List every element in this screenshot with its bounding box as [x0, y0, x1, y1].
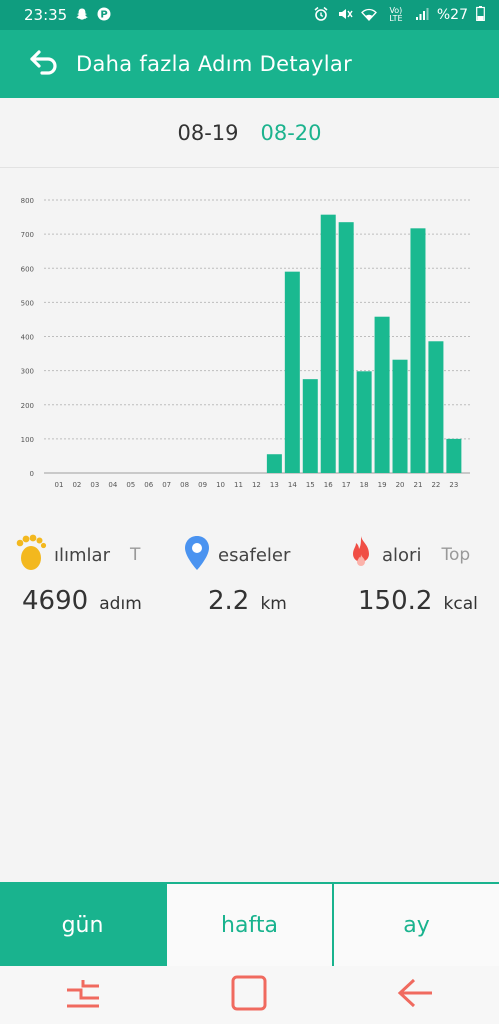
- bar: [428, 341, 444, 473]
- x-tick-label: 22: [431, 481, 440, 489]
- bar: [284, 271, 300, 473]
- signal-icon: [415, 7, 429, 24]
- calories-extra-label: Top: [441, 545, 471, 565]
- x-tick-label: 10: [216, 481, 225, 489]
- bar: [392, 359, 408, 473]
- x-tick-label: 06: [144, 481, 153, 489]
- date-current[interactable]: 08-20: [261, 121, 322, 145]
- steps-value: 4690: [22, 586, 89, 616]
- distance-label: esafeler: [218, 544, 291, 566]
- date-selector: 08-19 08-20: [0, 98, 499, 168]
- bar: [266, 454, 282, 473]
- calories-unit: kcal: [443, 594, 478, 614]
- calories-label: alori: [382, 544, 422, 566]
- y-tick-label: 100: [21, 436, 34, 444]
- steps-unit: adım: [99, 594, 142, 614]
- arrow-back-icon: [28, 48, 60, 80]
- y-tick-label: 800: [21, 197, 34, 205]
- stat-steps: ılımlar T 4690 adım: [14, 530, 184, 616]
- footprint-icon: [14, 534, 48, 576]
- bar: [356, 371, 372, 473]
- bar: [446, 438, 462, 473]
- date-previous[interactable]: 08-19: [177, 121, 238, 145]
- steps-label: ılımlar: [54, 544, 110, 566]
- x-tick-label: 20: [396, 481, 405, 489]
- battery-percent: %27: [436, 7, 468, 23]
- bar: [374, 316, 390, 473]
- location-pin-icon: [182, 534, 212, 576]
- app-bar: Daha fazla Adım Detaylar: [0, 30, 499, 98]
- battery-icon: [476, 6, 485, 24]
- status-time: 23:35: [24, 6, 68, 24]
- steps-extra-label: T: [129, 545, 141, 565]
- hourly-steps-chart: 0 100 200 300 400 500 600 700 800 01 02 03 04 05 06 07 0…: [0, 180, 499, 500]
- x-tick-label: 15: [306, 481, 315, 489]
- distance-unit: km: [260, 594, 287, 614]
- bar: [338, 222, 354, 473]
- tab-week[interactable]: hafta: [165, 884, 332, 966]
- y-tick-label: 200: [21, 402, 34, 410]
- x-tick-label: 23: [449, 481, 458, 489]
- recent-apps-icon: [63, 976, 103, 1014]
- system-back-button[interactable]: [386, 970, 446, 1020]
- x-tick-label: 18: [360, 481, 369, 489]
- status-bar: 23:35 P Vo) LTE %27: [0, 0, 499, 30]
- x-tick-label: 08: [180, 481, 189, 489]
- stats-panel: ılımlar T 4690 adım esafeler 2.2 km alor…: [0, 530, 499, 630]
- x-tick-label: 04: [108, 481, 117, 489]
- system-nav-bar: [0, 966, 499, 1024]
- x-tick-label: 21: [414, 481, 423, 489]
- y-tick-label: 0: [30, 470, 34, 478]
- x-tick-label: 07: [162, 481, 171, 489]
- chart-svg: 0 100 200 300 400 500 600 700 800 01 02 03 04 05 06 07 0…: [21, 197, 470, 489]
- x-tick-label: 11: [234, 481, 243, 489]
- tab-day[interactable]: gün: [0, 884, 165, 966]
- home-icon: [229, 973, 269, 1017]
- lte-indicator: Vo) LTE: [389, 6, 403, 23]
- page-title: Daha fazla Adım Detaylar: [76, 52, 353, 76]
- x-tick-label: 03: [90, 481, 99, 489]
- bar: [302, 379, 318, 473]
- paypal-icon: P: [97, 7, 111, 24]
- recent-apps-button[interactable]: [53, 970, 113, 1020]
- mute-icon: [337, 6, 353, 25]
- stat-distance: esafeler 2.2 km: [182, 530, 332, 616]
- system-back-icon: [396, 976, 436, 1014]
- x-tick-label: 17: [342, 481, 351, 489]
- tab-month[interactable]: ay: [332, 884, 499, 966]
- y-tick-label: 500: [21, 299, 34, 307]
- alarm-icon: [313, 6, 329, 25]
- x-tick-label: 05: [126, 481, 135, 489]
- x-tick-label: 13: [270, 481, 279, 489]
- x-tick-label: 09: [198, 481, 207, 489]
- x-tick-label: 19: [378, 481, 387, 489]
- y-tick-label: 300: [21, 368, 34, 376]
- bar: [410, 228, 426, 473]
- screen: 23:35 P Vo) LTE %27 Daha fazla Adım Deta…: [0, 0, 499, 1024]
- calories-value: 150.2: [358, 586, 433, 616]
- x-tick-label: 02: [72, 481, 81, 489]
- distance-value: 2.2: [208, 586, 250, 616]
- svg-text:P: P: [101, 9, 108, 20]
- bar: [320, 214, 336, 473]
- home-button[interactable]: [219, 970, 279, 1020]
- back-button[interactable]: [24, 44, 64, 84]
- x-tick-label: 14: [288, 481, 297, 489]
- y-tick-label: 700: [21, 231, 34, 239]
- stat-calories: alori Top 150.2 kcal: [346, 530, 496, 616]
- x-tick-label: 01: [55, 481, 64, 489]
- flame-icon: [346, 534, 376, 576]
- y-tick-label: 600: [21, 265, 34, 273]
- period-tabs: gün hafta ay: [0, 882, 499, 966]
- snapchat-icon: [75, 7, 89, 24]
- x-tick-label: 16: [324, 481, 333, 489]
- x-tick-label: 12: [252, 481, 261, 489]
- wifi-icon: [360, 7, 377, 24]
- y-tick-label: 400: [21, 334, 34, 342]
